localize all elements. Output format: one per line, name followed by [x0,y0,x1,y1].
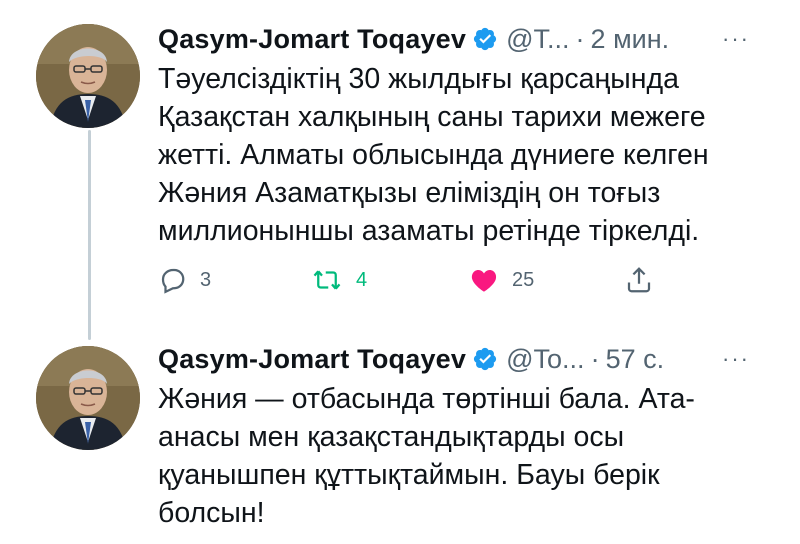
author-handle[interactable]: @To... [506,344,584,375]
heart-icon [471,270,497,292]
tweet-actions: 3 4 25 [158,262,678,298]
author-name[interactable]: Qasym-Jomart Toqayev [158,344,466,375]
timestamp[interactable]: 2 мин. [591,24,670,55]
separator-dot: · [575,23,585,54]
avatar[interactable] [36,346,140,450]
timestamp[interactable]: 57 с. [606,344,665,375]
tweet-header: Qasym-Jomart Toqayev @T... · 2 мин. ··· [158,20,778,58]
retweet-count: 4 [356,268,368,291]
tweet-header: Qasym-Jomart Toqayev @To... · 57 с. ··· [158,340,778,378]
share-icon [627,267,651,293]
avatar[interactable] [36,24,140,128]
like-button[interactable]: 25 [468,262,534,298]
tweet-text: Жәния — отбасында төртінші бала. Ата- ан… [158,383,695,529]
author-handle[interactable]: @T... [506,24,569,55]
avatar-portrait-icon [36,346,140,450]
like-count: 25 [512,268,535,291]
reply-button[interactable]: 3 [158,262,211,298]
reply-count: 3 [200,268,212,291]
more-options-icon[interactable]: ··· [722,26,750,52]
avatar-portrait-icon [36,24,140,128]
author-name[interactable]: Qasym-Jomart Toqayev [158,24,466,55]
more-options-icon[interactable]: ··· [722,346,750,372]
separator-dot: · [590,343,600,374]
reply-icon [161,268,185,294]
verified-badge-icon [474,27,497,51]
retweet-button[interactable]: 4 [310,262,367,298]
retweet-icon [313,270,341,290]
tweet-text: Тәуелсіздіктің 30 жылдығы қарсаңында Қаз… [158,63,709,247]
share-button[interactable] [624,262,666,298]
verified-badge-icon [474,347,497,371]
thread-connector-line [88,130,91,340]
